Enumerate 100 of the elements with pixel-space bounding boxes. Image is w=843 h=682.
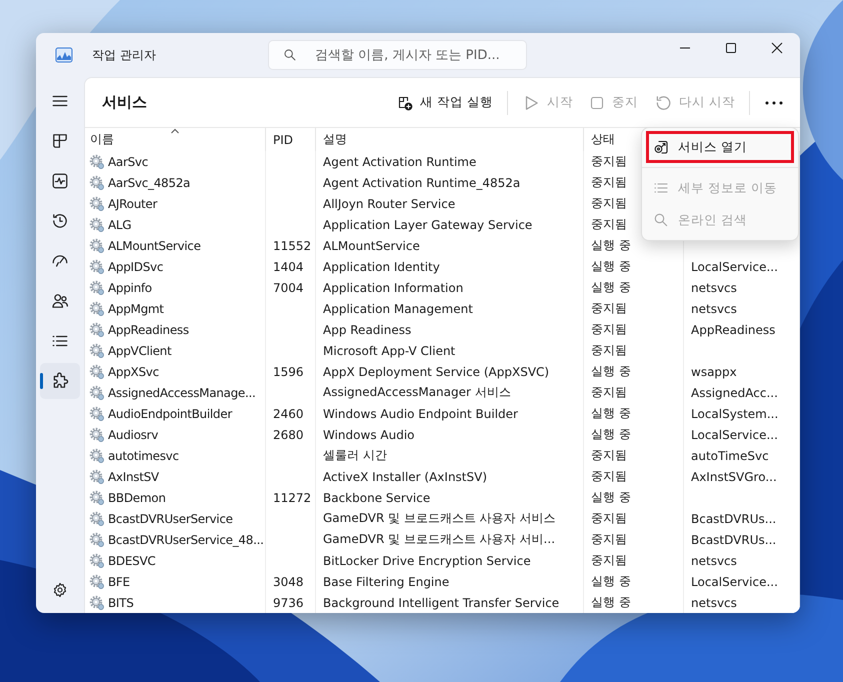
table-cell: BcastDVRUs... — [684, 508, 800, 529]
table-cell: 3048 — [266, 571, 316, 592]
table-cell: 중지됨 — [584, 319, 684, 340]
column-header[interactable]: 설명 — [316, 128, 584, 151]
more-icon — [765, 100, 783, 104]
table-cell: 1404 — [266, 256, 316, 277]
table-cell: AssignedAccessManager 서비스 — [316, 382, 584, 403]
table-cell: 7004 — [266, 277, 316, 298]
table-cell: Audiosrv — [85, 424, 266, 445]
gear-icon — [89, 300, 105, 316]
table-cell: BcastDVRUserService — [85, 508, 266, 529]
table-cell: 실행 중 — [584, 424, 684, 445]
table-cell: LocalService... — [684, 424, 800, 445]
gear-icon — [89, 510, 105, 526]
sidebar-item[interactable] — [40, 363, 80, 399]
table-cell: 실행 중 — [584, 361, 684, 382]
table-cell: Application Management — [316, 298, 584, 319]
gear-icon — [89, 258, 105, 274]
table-cell: LocalService... — [684, 571, 800, 592]
table-cell: Backbone Service — [316, 487, 584, 508]
table-cell: Application Information — [316, 277, 584, 298]
table-cell: netsvcs — [684, 298, 800, 319]
table-cell: 셀룰러 시간 — [316, 445, 584, 466]
table-cell: 1596 — [266, 361, 316, 382]
table-cell: 11272 — [266, 487, 316, 508]
table-cell: AssignedAccessManage... — [85, 382, 266, 403]
table-cell: autoTimeSvc — [684, 445, 800, 466]
column-header[interactable]: 이름 — [85, 128, 266, 151]
table-cell: wsappx — [684, 361, 800, 382]
table-cell: AppX Deployment Service (AppXSVC) — [316, 361, 584, 382]
table-cell: AJRouter — [85, 193, 266, 214]
table-cell: Agent Activation Runtime_4852a — [316, 172, 584, 193]
table-cell: Background Intelligent Transfer Service — [316, 592, 584, 613]
services-icon — [653, 139, 669, 155]
minimize-icon — [679, 47, 691, 49]
table-cell: AppIDSvc — [85, 256, 266, 277]
table-cell: 실행 중 — [584, 487, 684, 508]
window-title: 작업 관리자 — [92, 46, 157, 64]
column-header[interactable]: PID — [266, 128, 316, 151]
page-title: 서비스 — [101, 93, 147, 112]
table-cell: Windows Audio Endpoint Builder — [316, 403, 584, 424]
gear-icon — [89, 426, 105, 442]
new-task-icon — [397, 94, 414, 110]
table-cell: BitLocker Drive Encryption Service — [316, 550, 584, 571]
table-cell: AppVClient — [85, 340, 266, 361]
table-cell: AppReadiness — [85, 319, 266, 340]
gear-icon — [89, 238, 105, 254]
table-cell: netsvcs — [684, 277, 800, 298]
table-cell: BBDemon — [85, 487, 266, 508]
gear-icon — [89, 384, 105, 400]
table-cell: ALMountService — [85, 235, 266, 256]
gear-icon — [89, 448, 105, 464]
table-cell: Base Filtering Engine — [316, 571, 584, 592]
search-field[interactable]: 검색할 이름, 게시자 또는 PID... — [268, 40, 527, 70]
gear-icon — [89, 322, 105, 338]
table-cell: BcastDVRUserService_48... — [85, 529, 266, 550]
table-cell: Appinfo — [85, 277, 266, 298]
table-cell: AllJoyn Router Service — [316, 193, 584, 214]
close-icon — [771, 42, 783, 54]
table-cell: Windows Audio — [316, 424, 584, 445]
table-cell: netsvcs — [684, 550, 800, 571]
table-cell: GameDVR 및 브로드캐스트 사용자 서비... — [316, 529, 584, 550]
table-cell: AudioEndpointBuilder — [85, 403, 266, 424]
gear-icon — [89, 490, 105, 506]
toolbar-button[interactable]: 새 작업 실행 — [389, 86, 502, 118]
search-icon — [653, 212, 669, 228]
table-cell: 중지됨 — [584, 382, 684, 403]
menu-item[interactable]: 서비스 열기 — [646, 131, 794, 163]
gear-icon — [89, 342, 105, 358]
table-cell: 중지됨 — [584, 550, 684, 571]
gear-icon — [89, 594, 105, 610]
table-cell: 2680 — [266, 424, 316, 445]
gear-icon — [89, 364, 105, 380]
table-cell: Agent Activation Runtime — [316, 151, 584, 172]
puzzle-icon — [51, 372, 69, 390]
table-cell: 2460 — [266, 403, 316, 424]
table-cell: ActiveX Installer (AxInstSV) — [316, 466, 584, 487]
table-cell: 실행 중 — [584, 592, 684, 613]
users-icon — [51, 292, 69, 310]
table-cell: AarSvc_4852a — [85, 172, 266, 193]
gear-icon — [89, 552, 105, 568]
table-cell: 중지됨 — [584, 529, 684, 550]
table-cell: AssignedAcc... — [684, 382, 800, 403]
pulse-icon — [51, 172, 69, 190]
table-cell: GameDVR 및 브로드캐스트 사용자 서비스 — [316, 508, 584, 529]
restart-icon — [654, 94, 672, 112]
table-cell: 11552 — [266, 235, 316, 256]
table-cell: BDESVC — [85, 550, 266, 571]
gear-icon — [89, 154, 105, 170]
table-cell: AxInstSVGro... — [684, 466, 800, 487]
search-icon — [283, 48, 297, 62]
chart-icon — [55, 47, 73, 63]
maximize-icon — [725, 42, 737, 54]
gear-icon — [89, 532, 105, 548]
gear-icon — [89, 280, 105, 296]
table-cell: 중지됨 — [584, 508, 684, 529]
table-cell: AarSvc — [85, 151, 266, 172]
table-cell: 9736 — [266, 592, 316, 613]
settings-icon — [52, 582, 68, 598]
table-cell: 실행 중 — [584, 571, 684, 592]
